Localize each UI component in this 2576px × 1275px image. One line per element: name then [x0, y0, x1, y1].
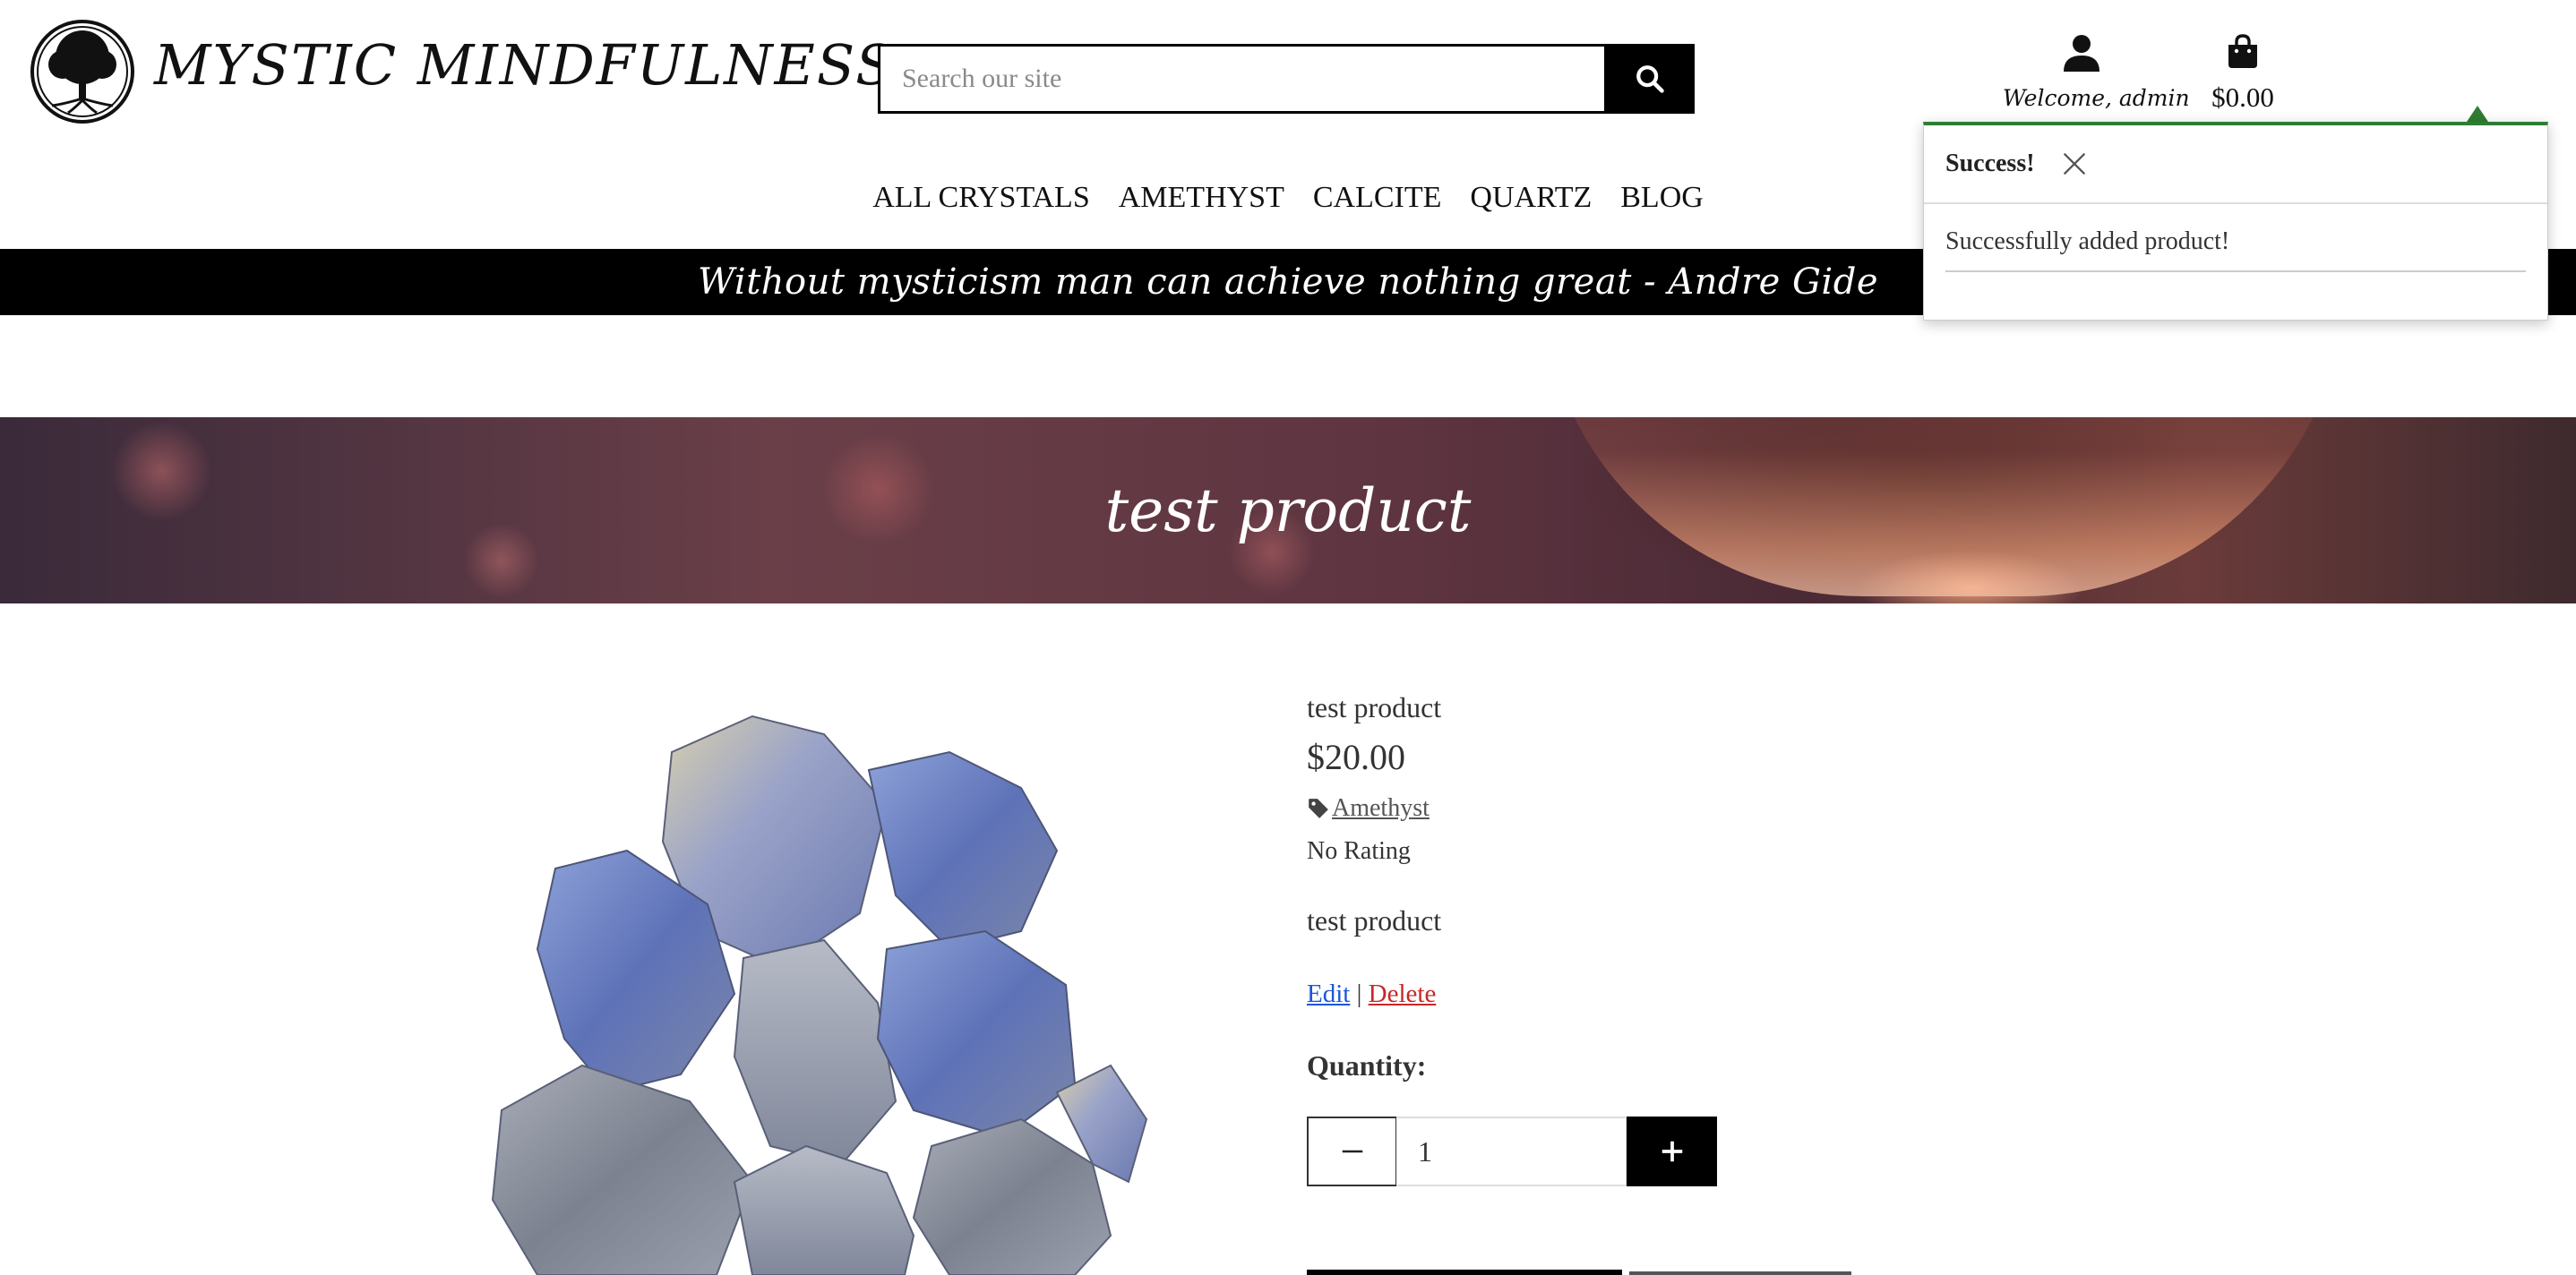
search-button[interactable] — [1604, 44, 1695, 114]
hero-banner: test product — [0, 417, 2576, 603]
account-menu[interactable]: Welcome, admin — [2003, 34, 2190, 111]
edit-link[interactable]: Edit — [1307, 980, 1350, 1008]
product-price: $20.00 — [1307, 737, 1405, 777]
add-to-bag-button-edge[interactable] — [1307, 1270, 1622, 1275]
minus-icon — [1342, 1150, 1362, 1153]
toast-close-button[interactable] — [2058, 148, 2091, 180]
delete-link[interactable]: Delete — [1369, 980, 1437, 1008]
toast-divider — [1945, 270, 2526, 272]
product-rating: No Rating — [1307, 837, 1411, 865]
quantity-label: Quantity: — [1307, 1049, 1427, 1082]
nav-item-calcite[interactable]: CALCITE — [1313, 175, 1442, 220]
toast-title: Success! — [1945, 150, 2035, 177]
quantity-increment-button[interactable] — [1627, 1117, 1717, 1186]
toast-message: Successfully added product! — [1945, 227, 2230, 255]
plus-icon — [1662, 1141, 1682, 1162]
product-image[interactable] — [484, 698, 1218, 1275]
success-toast: Success! Successfully added product! — [1923, 122, 2548, 321]
nav-item-all-crystals[interactable]: ALL CRYSTALS — [872, 175, 1090, 220]
shopping-bag[interactable]: $0.00 — [2189, 34, 2297, 114]
admin-links: Edit | Delete — [1307, 980, 1436, 1009]
brand-name[interactable]: MYSTIC MINDFULNESS — [154, 25, 896, 106]
site-logo[interactable] — [29, 18, 136, 125]
user-icon — [2064, 35, 2099, 72]
category-link[interactable]: Amethyst — [1332, 794, 1430, 823]
account-label: Welcome, admin — [2003, 85, 2190, 111]
nav-item-quartz[interactable]: QUARTZ — [1470, 175, 1592, 220]
search-input[interactable] — [880, 47, 1604, 111]
bag-total: $0.00 — [2211, 81, 2274, 113]
quantity-input[interactable] — [1396, 1117, 1627, 1186]
close-icon — [2063, 152, 2085, 175]
search-box — [878, 44, 1607, 114]
quote-text: Without mysticism man can achieve nothin… — [697, 261, 1878, 303]
tree-of-life-logo-icon — [30, 20, 134, 124]
crystal-rocks-image — [491, 715, 1148, 1275]
product-description: test product — [1307, 904, 1442, 937]
search-icon — [1636, 65, 1664, 93]
keep-shopping-button-edge[interactable] — [1629, 1271, 1851, 1275]
toast-header: Success! — [1924, 125, 2547, 204]
hero-title: test product — [1104, 475, 1472, 545]
quantity-decrement-button[interactable] — [1307, 1117, 1397, 1186]
link-separator: | — [1356, 980, 1362, 1008]
toast-arrow — [2467, 106, 2488, 122]
tag-icon — [1309, 799, 1328, 818]
product-name: test product — [1307, 691, 1442, 723]
nav-item-amethyst[interactable]: AMETHYST — [1119, 175, 1284, 220]
product-category: Amethyst — [1307, 794, 1430, 823]
shopping-bag-icon — [2228, 34, 2257, 68]
nav-item-blog[interactable]: BLOG — [1620, 175, 1704, 220]
